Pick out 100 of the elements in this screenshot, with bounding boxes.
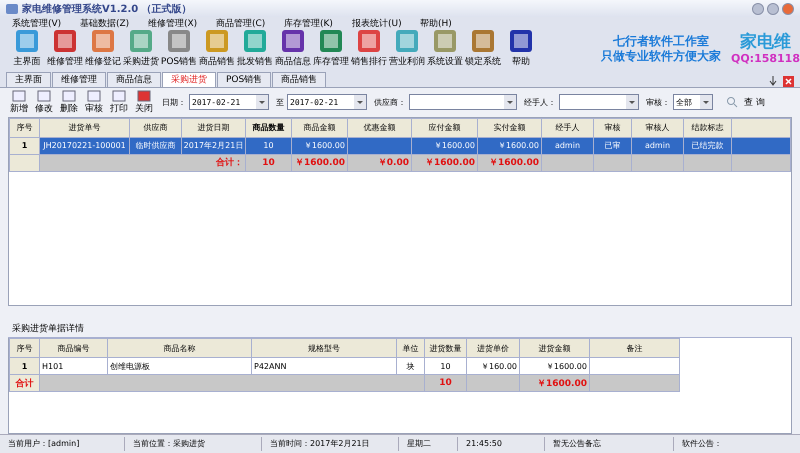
supplier-label: 供应商： — [374, 96, 406, 108]
table-cell: admin — [644, 141, 670, 150]
menu-item[interactable]: 商品管理(C) — [216, 17, 284, 30]
banner-slogan: 只做专业软件方便大家 — [600, 49, 721, 64]
app-tile-icon — [128, 28, 154, 54]
total-cell: ￥1600.00 — [295, 158, 345, 168]
action-button[interactable]: 删除 — [58, 90, 80, 115]
document-icon — [137, 90, 151, 102]
toolbar-button[interactable]: 库存管理 — [312, 28, 350, 68]
search-icon — [726, 96, 738, 108]
action-button[interactable]: 审核 — [83, 90, 105, 115]
audit-field[interactable]: 全部 — [673, 94, 713, 110]
tab[interactable]: 商品销售 — [272, 72, 326, 87]
column-header: 规格型号 — [252, 338, 396, 358]
toolbar-button[interactable]: 主界面 — [8, 28, 46, 68]
app-tile-icon — [204, 28, 230, 54]
pin-icon[interactable] — [769, 76, 777, 86]
app-tile-icon — [14, 28, 40, 54]
close-tab-button[interactable] — [783, 76, 794, 87]
app-tile-icon — [52, 28, 78, 54]
date-from-field[interactable]: 2017-02-21 — [189, 94, 269, 110]
total-label: 合计： — [216, 158, 243, 168]
action-button[interactable]: 修改 — [33, 90, 55, 115]
status-text: 当前时间：2017年2月21日 — [262, 437, 399, 451]
total-cell: ￥1600.00 — [537, 378, 587, 388]
action-button[interactable]: 关闭 — [133, 90, 155, 115]
window-title: 家电维修管理系统V1.2.0 （正式版） — [22, 2, 192, 16]
column-header: 审核 — [594, 118, 632, 138]
toolbar-button[interactable]: 帮助 — [502, 28, 540, 68]
toolbar-button[interactable]: 批发销售 — [236, 28, 274, 68]
toolbar-button[interactable]: 商品销售 — [198, 28, 236, 68]
action-button[interactable]: 打印 — [108, 90, 130, 115]
tab[interactable]: POS销售 — [217, 72, 272, 87]
column-header: 实付金额 — [478, 118, 542, 138]
tab[interactable]: 商品信息 — [107, 72, 161, 87]
column-header: 序号 — [10, 118, 40, 138]
date-to-field[interactable]: 2017-02-21 — [287, 94, 367, 110]
column-header: 优惠金额 — [348, 118, 412, 138]
total-label: 合计 — [16, 378, 34, 388]
app-tile-icon — [508, 28, 534, 54]
column-header: 供应商 — [130, 118, 182, 138]
toolbar-button[interactable]: 维修管理 — [46, 28, 84, 68]
handler-label: 经手人： — [524, 96, 556, 108]
brand-text: 家电维 — [740, 33, 791, 52]
tab[interactable]: 采购进货 — [162, 72, 216, 87]
toolbar-button[interactable]: 采购进货 — [122, 28, 160, 68]
toolbar-button[interactable]: 销售排行 — [350, 28, 388, 68]
menu-item[interactable]: 基础数据(Z) — [80, 17, 148, 30]
table-cell: 块 — [406, 362, 414, 370]
action-button[interactable]: 新增 — [8, 90, 30, 115]
date-label: 日期： — [162, 96, 186, 108]
column-header: 进货金额 — [520, 338, 590, 358]
column-header: 商品数量 — [246, 118, 292, 138]
toolbar-button[interactable]: POS销售 — [160, 28, 198, 68]
table-cell: H101 — [42, 362, 64, 370]
app-tile-icon — [90, 28, 116, 54]
column-header: 进货单价 — [466, 338, 520, 358]
tab[interactable]: 主界面 — [6, 72, 51, 87]
maximize-button[interactable] — [767, 2, 779, 14]
column-header: 审核人 — [632, 118, 684, 138]
table-cell: 1 — [22, 362, 28, 370]
total-cell: ￥1600.00 — [489, 158, 539, 168]
banner-text: 七行者软件工作室 — [612, 34, 709, 49]
qq-text: QQ:158118 — [730, 52, 800, 65]
menu-item[interactable]: 报表统计(U) — [352, 17, 420, 30]
table-row[interactable]: 1 JH20170221-100001 临时供应商 2017年2月21日 10 ￥1600.00 ￥1600.00 ￥1600.00 admin 已审 admin 已结完款 — [10, 137, 790, 154]
table-cell: 10 — [263, 141, 274, 150]
table-cell: 1 — [22, 141, 28, 150]
column-header: 商品编号 — [40, 338, 108, 358]
query-button[interactable]: 查 询 — [720, 94, 771, 110]
minimize-button[interactable] — [752, 2, 764, 14]
column-header: 应付金额 — [412, 118, 478, 138]
column-header: 结款标志 — [684, 118, 732, 138]
app-tile-icon — [470, 28, 496, 54]
menu-item[interactable]: 维修管理(X) — [148, 17, 216, 30]
column-header: 经手人 — [542, 118, 594, 138]
table-cell: ￥1600.00 — [546, 362, 587, 370]
table-cell: ￥1600.00 — [498, 141, 539, 150]
column-header: 进货数量 — [424, 338, 466, 358]
supplier-field[interactable] — [409, 94, 517, 110]
tab[interactable]: 维修管理 — [52, 72, 106, 87]
table-cell: admin — [554, 141, 580, 150]
app-tile-icon — [432, 28, 458, 54]
toolbar-button[interactable]: 锁定系统 — [464, 28, 502, 68]
table-cell: ￥1600.00 — [434, 141, 475, 150]
status-text: 星期二 — [399, 437, 458, 451]
menu-item[interactable]: 系统管理(V) — [12, 17, 80, 30]
toolbar-button[interactable]: 维修登记 — [84, 28, 122, 68]
toolbar-button[interactable]: 营业利润 — [388, 28, 426, 68]
close-button[interactable] — [782, 2, 794, 14]
total-cell: 10 — [262, 158, 275, 168]
app-tile-icon — [242, 28, 268, 54]
handler-field[interactable] — [559, 94, 639, 110]
menu-item[interactable]: 帮助(H) — [420, 17, 488, 30]
toolbar-button[interactable]: 系统设置 — [426, 28, 464, 68]
to-label: 至 — [276, 96, 284, 108]
app-tile-icon — [356, 28, 382, 54]
toolbar-button[interactable]: 商品信息 — [274, 28, 312, 68]
column-header: 商品金额 — [292, 118, 348, 138]
menu-item[interactable]: 库存管理(K) — [284, 17, 352, 30]
